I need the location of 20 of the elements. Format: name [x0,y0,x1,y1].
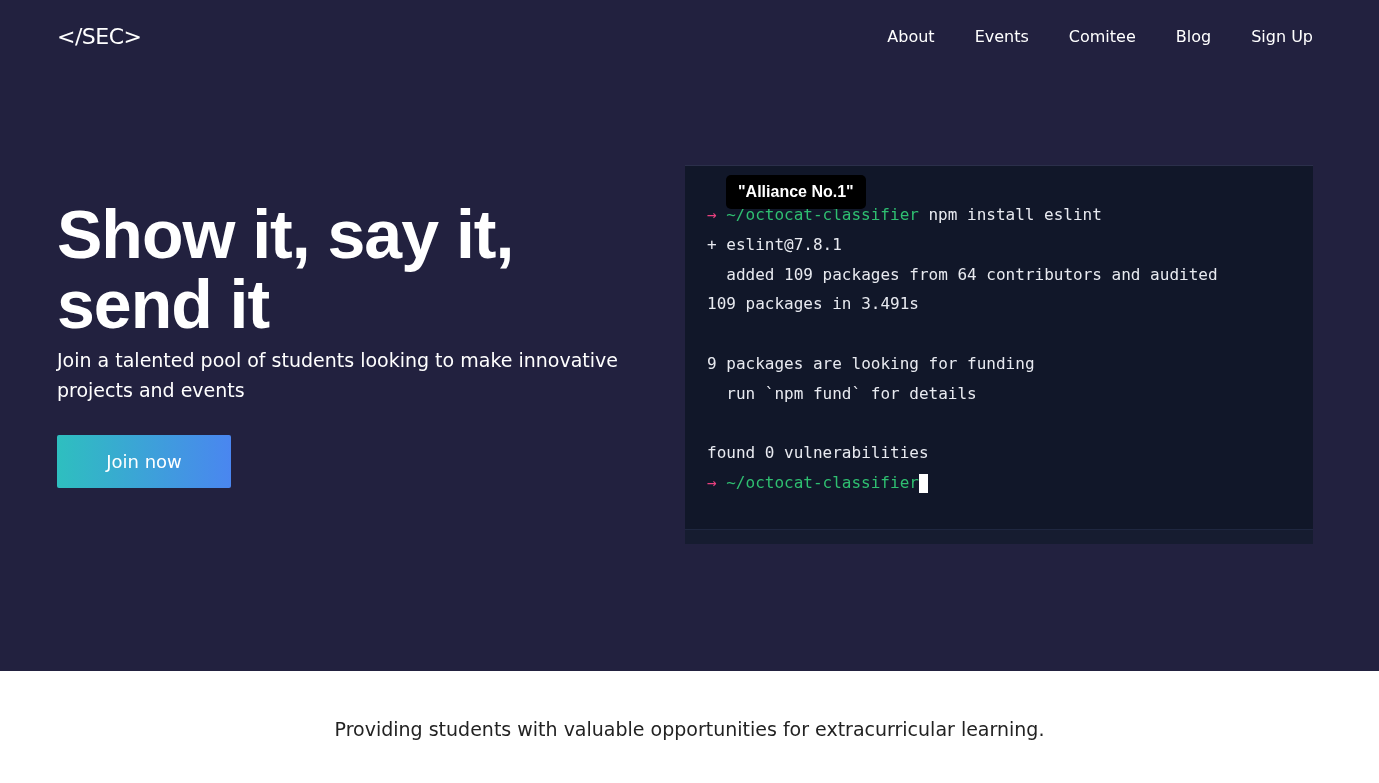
nav-link[interactable]: Events [974,26,1029,46]
logo[interactable]: </SEC> [57,23,142,49]
nav-link[interactable]: About [887,26,935,46]
subtitle: Join a talented pool of students looking to make innovative projects and events [57,348,619,403]
prompt-arrow: → [707,472,717,495]
terminal-output: npm install eslint [928,204,1102,226]
terminal-output: 9 packages are looking for funding [707,353,1035,375]
tooltip: "Alliance No.1" [726,175,866,209]
prompt-path: ~/octocat-classifier [726,472,919,495]
headline: Show it, say it, send it [57,199,515,339]
prompt-arrow: → [707,204,717,226]
terminal-output: + eslint@7.8.1 [707,233,842,256]
nav-link[interactable]: Comitee [1068,26,1136,46]
nav-link[interactable]: Blog [1175,26,1212,46]
terminal-output: found 0 vulnerabilities [707,442,929,465]
terminal-output: added 109 packages from 64 contributors and audited [725,263,1218,286]
terminal-output: 109 packages in 3.491s [707,293,919,316]
terminal-output: run `npm fund` for details [725,382,977,405]
nav-link[interactable]: Sign Up [1251,26,1313,46]
tagline: Providing students with valuable opportunities for extracurricular learning. [334,718,1045,740]
